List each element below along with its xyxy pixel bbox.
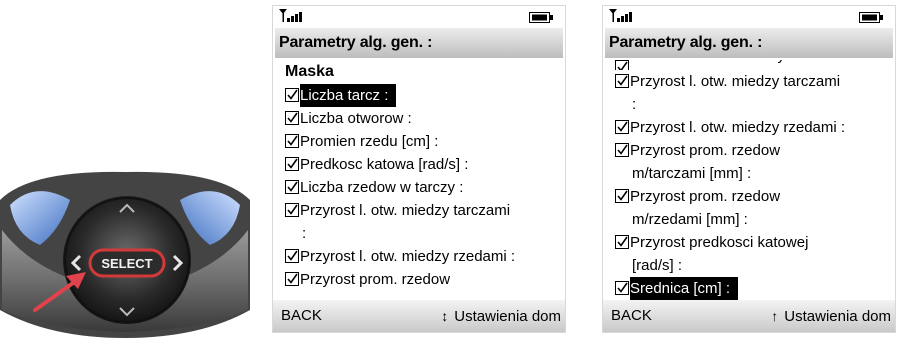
signal-strength-icon [609, 9, 632, 22]
list-item-label: Przyrost predkosci katowej [630, 234, 809, 251]
list-item[interactable]: Przyrost l. otw. miedzy tarczami [275, 199, 563, 222]
checkbox-checked-icon[interactable] [615, 60, 629, 70]
list-item-continuation: : [605, 93, 893, 116]
list-item[interactable]: Przyrost prom. rzedow [605, 185, 893, 208]
checkbox-checked-icon[interactable] [285, 270, 299, 286]
list-item[interactable]: Przyrost prom. rzedow [605, 139, 893, 162]
list-item[interactable]: Srednica [cm] : [605, 277, 893, 300]
list-item-label: Przyrost l. otw. miedzy rzedami : [630, 119, 846, 136]
list-item[interactable]: Liczba rzedow w tarczy : [275, 176, 563, 199]
up-down-arrow-icon: ↕ [441, 308, 449, 324]
back-softkey[interactable]: BACK [281, 300, 322, 332]
list-item[interactable]: Liczba tarcz : [275, 84, 563, 107]
list-item-label: [rad/s] : [632, 257, 683, 274]
list-item-label: Predkosc katowa [rad/s] : [300, 156, 469, 173]
list-item-label: m/rzedami [mm] : [632, 211, 748, 228]
checkbox-checked-icon[interactable] [615, 233, 629, 249]
status-bar [603, 6, 895, 28]
checkbox-checked-icon[interactable] [615, 72, 629, 88]
section-heading: Maska [285, 63, 334, 80]
list-item-label: Przyrost l. otw. miedzy tarczami [630, 73, 841, 90]
list-item-label: Liczba otworow : [300, 110, 412, 127]
list-item-label: : [632, 96, 637, 113]
up-arrow-icon: ↑ [771, 308, 779, 324]
checkbox-checked-icon[interactable] [285, 155, 299, 171]
list-item[interactable]: Przyrost l. otw. miedzy rzedami : [275, 245, 563, 268]
list-item-label: Promien rzedu [cm] : [300, 133, 439, 150]
checkbox-checked-icon[interactable] [615, 118, 629, 134]
battery-icon [859, 12, 883, 23]
checkbox-checked-icon[interactable] [285, 109, 299, 125]
list-item-continuation: m/rzedami [mm] : [605, 208, 893, 231]
list-item-label: Liczba rzedow w tarczy : [630, 60, 793, 64]
screen-title: Parametry alg. gen. : [605, 28, 893, 58]
signal-strength-icon [279, 9, 302, 22]
list-item[interactable]: Przyrost l. otw. miedzy tarczami [605, 70, 893, 93]
select-label: SELECT [101, 256, 152, 271]
list-item-label: Przyrost prom. rzedow [630, 188, 781, 205]
battery-icon [529, 12, 553, 23]
phone-screen-2: Parametry alg. gen. : Liczba rzedow w ta… [602, 5, 896, 333]
list-item-label: Liczba rzedow w tarczy : [300, 179, 464, 196]
list-item-label: Przyrost l. otw. miedzy tarczami [300, 202, 511, 219]
settings-list: Maska Liczba tarcz : Liczba otworow : Prom… [275, 60, 563, 300]
list-item-label: m/tarczami [mm] : [632, 165, 752, 182]
phone-screen-1: Parametry alg. gen. : Maska Liczba tarcz… [272, 5, 566, 333]
checkbox-checked-icon[interactable] [285, 201, 299, 217]
settings-softkey-label: Ustawienia dom [454, 308, 561, 325]
list-item[interactable]: Przyrost prom. rzedow [275, 268, 563, 291]
list-item[interactable]: Liczba rzedow w tarczy : [605, 60, 893, 70]
checkbox-checked-icon[interactable] [615, 141, 629, 157]
checkbox-checked-icon[interactable] [615, 279, 629, 295]
list-item[interactable]: Liczba otworow : [275, 107, 563, 130]
list-item[interactable]: Promien rzedu [cm] : [275, 130, 563, 153]
list-item-continuation: : [275, 222, 563, 245]
screen-title: Parametry alg. gen. : [275, 28, 563, 58]
settings-softkey[interactable]: ↕ Ustawienia dom [441, 300, 561, 332]
list-item-label: Srednica [cm] : [630, 277, 739, 300]
back-softkey[interactable]: BACK [611, 300, 652, 332]
checkbox-checked-icon[interactable] [285, 178, 299, 194]
list-item-label: Przyrost l. otw. miedzy rzedami : [300, 248, 516, 265]
navigation-keypad: SELECT [0, 160, 250, 338]
softkey-bar: BACK ↑ Ustawienia dom [603, 300, 895, 332]
list-item-label: : [302, 225, 307, 242]
settings-list: Liczba rzedow w tarczy : Przyrost l. otw.… [605, 60, 893, 300]
checkbox-checked-icon[interactable] [285, 86, 299, 102]
checkbox-checked-icon[interactable] [615, 187, 629, 203]
list-item-continuation: m/tarczami [mm] : [605, 162, 893, 185]
checkbox-checked-icon[interactable] [285, 247, 299, 263]
list-item-label: Przyrost prom. rzedow [630, 142, 781, 159]
settings-softkey[interactable]: ↑ Ustawienia dom [771, 300, 891, 332]
settings-softkey-label: Ustawienia dom [784, 308, 891, 325]
status-bar [273, 6, 565, 28]
list-item-label: Przyrost prom. rzedow [300, 271, 451, 288]
softkey-bar: BACK ↕ Ustawienia dom [273, 300, 565, 332]
list-item[interactable]: Przyrost predkosci katowej [605, 231, 893, 254]
checkbox-checked-icon[interactable] [285, 132, 299, 148]
list-item[interactable]: Predkosc katowa [rad/s] : [275, 153, 563, 176]
list-item[interactable]: Przyrost l. otw. miedzy rzedami : [605, 116, 893, 139]
list-item-label: Liczba tarcz : [300, 84, 397, 107]
list-item-continuation: [rad/s] : [605, 254, 893, 277]
